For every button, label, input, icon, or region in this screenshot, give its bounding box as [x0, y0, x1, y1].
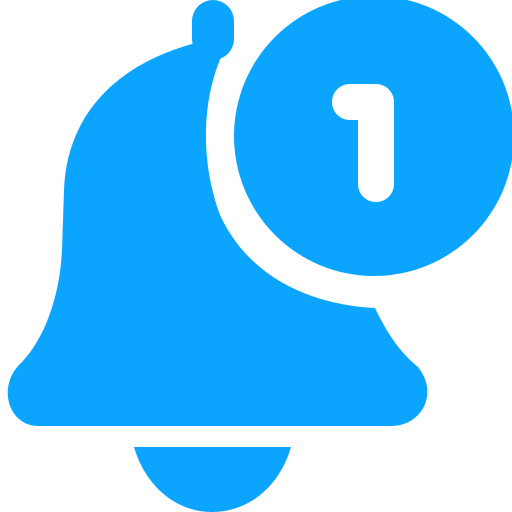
bell-clapper [134, 447, 291, 512]
bell-stem [192, 0, 234, 60]
notification-bell-icon [7, 0, 512, 512]
notification-bell-button[interactable]: 1 [0, 0, 512, 512]
